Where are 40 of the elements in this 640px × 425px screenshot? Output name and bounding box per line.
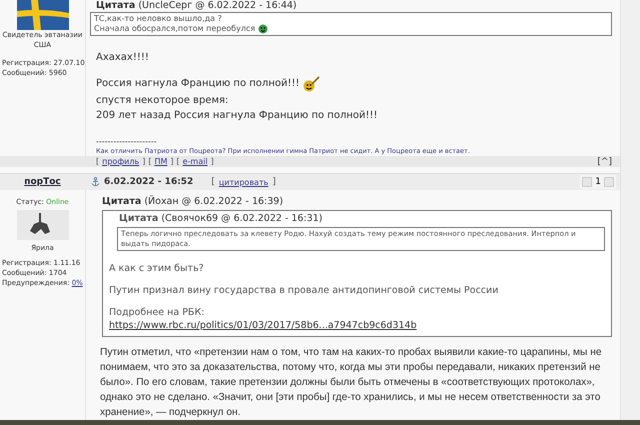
anchor-icon[interactable] [91,177,100,188]
scrollbar-track[interactable] [620,0,640,420]
quote-text: ТС,как-то неловко вышло,да ? [94,14,222,24]
quote-label: Цитата [119,213,158,225]
signature-rule: --------------------- [96,137,157,147]
quote-text: Сначала обосрался,потом переобулся [94,24,256,34]
username-link[interactable]: порТос [0,177,85,188]
quote-label: Цитата [102,196,142,208]
quote-text: Подробнее на РБК: [109,307,204,319]
article-link[interactable]: https://www.rbc.ru/politics/01/03/2017/58b6...a7947cb9c6d314b [109,319,417,333]
bracket: [ [148,157,152,166]
bracket: [ [211,177,215,188]
post-date: 6.02.2022 - 16:52 [104,177,194,188]
quote-text: Путин признал вину государства в провале антидопинговой системы России [109,285,498,297]
bracket: ] [210,157,214,166]
page-number: 1 [595,177,601,188]
bracket: ] [142,157,146,166]
quote-link[interactable]: цитировать [218,178,268,187]
quote-source: (Йохан @ 6.02.2022 - 16:39) [144,196,284,208]
quote-source: (Своячок69 @ 6.02.2022 - 16:31) [161,213,322,225]
smiley-icon [258,24,268,34]
bracket: [ [176,157,180,166]
flag-avatar [16,0,68,30]
post-text: спустя некоторое время: [96,94,228,108]
post-text: Ахахах!!!! [96,51,149,65]
smiley-guitar-icon [302,76,321,92]
bracket: [ [96,157,100,166]
scroll-top-link[interactable]: [^] [597,156,612,167]
profile-link[interactable]: ПМ [154,157,168,166]
robot-avatar [16,210,68,240]
quote-source: (UncleСерг @ 6.02.2022 - 16:44) [138,0,297,12]
post-text: Путин отметил, что «претензии нам о том, что там на каких-то пробах выявили какие-то царапины, мы не понимаем, что это за доказательства, потому что, когда мы эти пробы передавали, никаких претензий не было». По его словам, такие претензии должны были быть отмечены в «соответствующих протоколах», однако это не сделано. «Значит, они [эти пробы] где-то хранились, и мы не несем ответственности за это хранение», — подчеркнул он. [99,346,603,420]
post-text: Россия нагнула Францию по полной!!! [96,77,300,91]
profile-link[interactable]: e-mail [182,157,208,166]
quote-label: Цитата [96,0,136,12]
bracket: ] [272,177,276,188]
bracket: ] [170,157,174,166]
profile-link[interactable]: профиль [102,157,140,166]
post-text: 209 лет назад Россия нагнула Францию по полной!!! [96,109,378,123]
quote-text: А как с этим быть? [109,263,204,275]
